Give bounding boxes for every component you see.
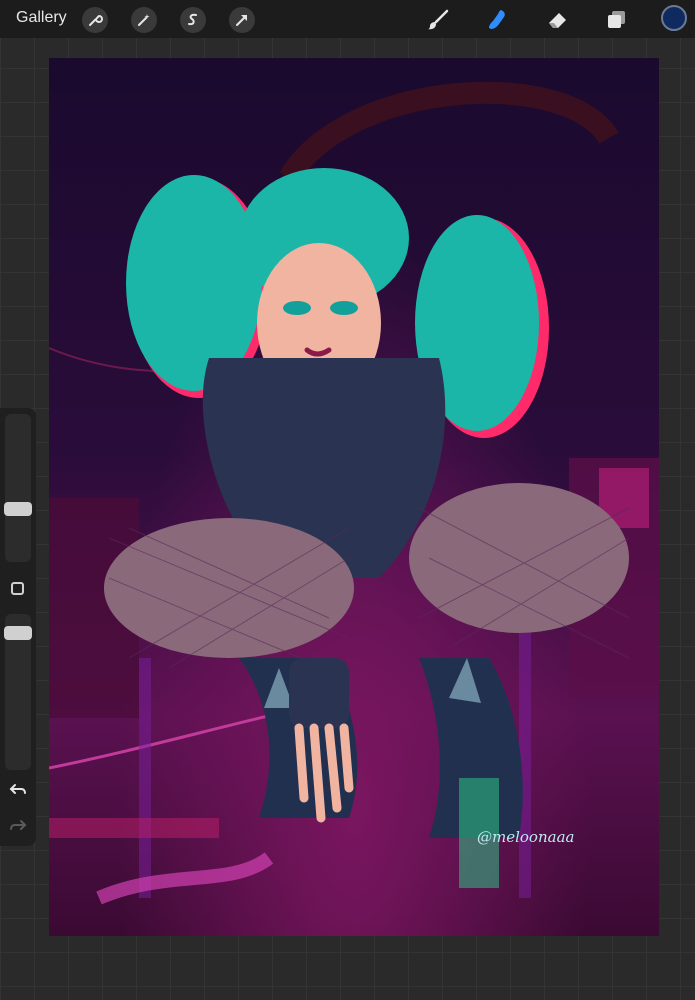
left-sidebar	[0, 408, 36, 846]
modify-button[interactable]	[11, 582, 24, 595]
opacity-slider[interactable]	[4, 614, 32, 770]
color-picker-button[interactable]	[661, 5, 687, 31]
opacity-thumb[interactable]	[4, 626, 32, 640]
top-toolbar: Gallery	[0, 0, 695, 38]
redo-icon[interactable]	[9, 816, 27, 834]
brush-size-thumb[interactable]	[4, 502, 32, 516]
layers-icon[interactable]	[602, 6, 630, 34]
wrench-icon[interactable]	[82, 7, 108, 33]
magic-wand-icon[interactable]	[131, 7, 157, 33]
artwork-illustration	[49, 81, 659, 905]
smudge-icon[interactable]	[484, 6, 512, 34]
brush-icon[interactable]	[424, 6, 452, 34]
transform-arrow-icon[interactable]	[229, 7, 255, 33]
eraser-icon[interactable]	[544, 6, 572, 34]
undo-icon[interactable]	[9, 780, 27, 798]
artwork-canvas[interactable]: @meloonaaa	[49, 58, 659, 936]
selection-icon[interactable]	[180, 7, 206, 33]
artist-signature: @meloonaaa	[477, 828, 575, 846]
brush-size-slider[interactable]	[4, 414, 32, 562]
gallery-button[interactable]: Gallery	[16, 9, 67, 27]
